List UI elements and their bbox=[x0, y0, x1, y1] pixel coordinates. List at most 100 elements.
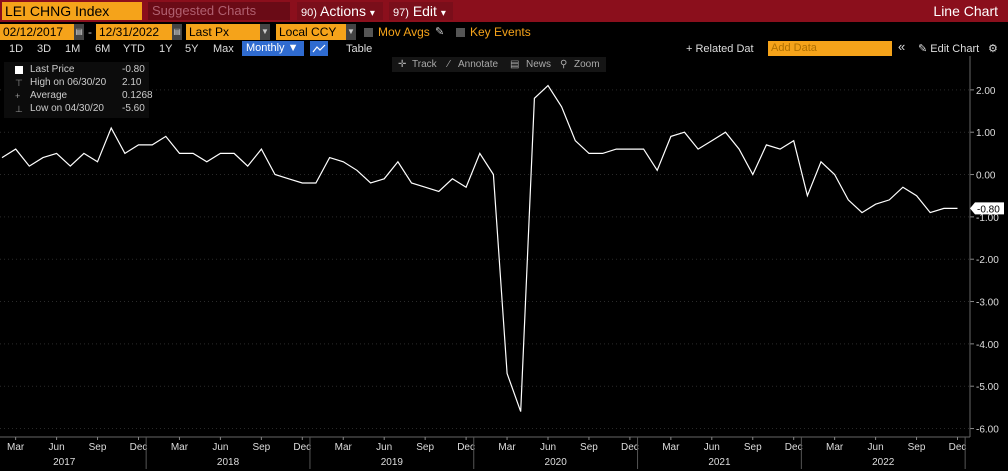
x-year-label: 2018 bbox=[217, 457, 240, 468]
line-chart-plot[interactable]: 2.001.000.00-1.00-2.00-3.00-4.00-5.00-6.… bbox=[0, 56, 1008, 471]
legend-high-value: 2.10 bbox=[122, 77, 142, 88]
news-button[interactable]: News bbox=[526, 57, 551, 72]
start-calendar-icon[interactable]: ▤ bbox=[74, 24, 84, 40]
add-data-input[interactable]: Add Data bbox=[768, 41, 892, 56]
x-month-label: Jun bbox=[540, 442, 556, 453]
edit-menu[interactable]: 97) Edit ▾ bbox=[389, 2, 453, 20]
chart-toolbar: ✛ Track ⁄ Annotate ▤ News ⚲ Zoom bbox=[392, 57, 606, 72]
legend-last-price-value: -0.80 bbox=[122, 64, 145, 75]
range-1d[interactable]: 1D bbox=[9, 42, 23, 56]
settings-gear-icon[interactable]: ⚙ bbox=[988, 42, 998, 56]
x-month-label: Mar bbox=[826, 442, 844, 453]
start-date-field[interactable]: 02/12/2017 bbox=[0, 24, 74, 40]
edit-chart-button[interactable]: ✎ Edit Chart bbox=[918, 42, 979, 56]
legend-last-price[interactable]: Last Price -0.80 bbox=[4, 64, 149, 76]
y-tick-label: 0.00 bbox=[976, 171, 996, 182]
last-value-label: -0.80 bbox=[977, 204, 1000, 215]
news-icon[interactable]: ▤ bbox=[510, 57, 519, 72]
x-month-label: Dec bbox=[949, 442, 967, 453]
line-chart-icon[interactable] bbox=[310, 41, 328, 56]
zoom-icon[interactable]: ⚲ bbox=[560, 57, 567, 72]
actions-number: 90 bbox=[301, 7, 314, 19]
actions-label: Actions bbox=[320, 3, 366, 19]
key-events-checkbox[interactable] bbox=[456, 28, 465, 37]
x-month-label: Mar bbox=[498, 442, 516, 453]
ticker-field[interactable]: LEI CHNG Index bbox=[2, 2, 142, 20]
x-month-label: Sep bbox=[89, 442, 107, 453]
x-year-label: 2021 bbox=[708, 457, 731, 468]
x-year-label: 2020 bbox=[545, 457, 568, 468]
y-tick-label: -5.00 bbox=[976, 382, 999, 393]
x-month-label: Dec bbox=[293, 442, 311, 453]
x-year-label: 2017 bbox=[53, 457, 76, 468]
actions-menu[interactable]: 90) Actions ▾ bbox=[297, 2, 383, 20]
price-field-dropdown-icon[interactable]: ▼ bbox=[260, 24, 270, 40]
y-tick-label: -2.00 bbox=[976, 255, 999, 266]
x-month-label: Mar bbox=[7, 442, 25, 453]
range-6m[interactable]: 6M bbox=[95, 42, 110, 56]
legend-low: ⊥ Low on 04/30/20 -5.60 bbox=[4, 103, 149, 115]
zoom-button[interactable]: Zoom bbox=[574, 57, 600, 72]
frequency-select[interactable]: Monthly ▼ bbox=[242, 41, 304, 56]
x-month-label: Dec bbox=[457, 442, 475, 453]
x-month-label: Sep bbox=[908, 442, 926, 453]
x-month-label: Dec bbox=[785, 442, 803, 453]
legend-average: + Average 0.1268 bbox=[4, 90, 153, 102]
x-month-label: Dec bbox=[130, 442, 148, 453]
range-1y[interactable]: 1Y bbox=[159, 42, 172, 56]
legend-average-label: Average bbox=[30, 90, 68, 101]
legend-last-price-label: Last Price bbox=[30, 64, 75, 75]
currency-dropdown-icon[interactable]: ▼ bbox=[346, 24, 356, 40]
suggested-charts-button[interactable]: Suggested Charts bbox=[148, 2, 290, 20]
x-month-label: Mar bbox=[662, 442, 680, 453]
currency-select[interactable]: Local CCY bbox=[276, 24, 346, 40]
key-events-label[interactable]: Key Events bbox=[470, 24, 531, 40]
price-field-select[interactable]: Last Px bbox=[186, 24, 270, 40]
x-month-label: Jun bbox=[212, 442, 228, 453]
legend-high-label: High on 06/30/20 bbox=[30, 77, 107, 88]
y-tick-label: -6.00 bbox=[976, 425, 999, 436]
range-ytd[interactable]: YTD bbox=[123, 42, 145, 56]
range-3d[interactable]: 3D bbox=[37, 42, 51, 56]
table-button[interactable]: Table bbox=[346, 42, 372, 56]
x-month-label: Jun bbox=[704, 442, 720, 453]
x-month-label: Jun bbox=[868, 442, 884, 453]
annotate-icon[interactable]: ⁄ bbox=[448, 57, 450, 72]
legend-low-value: -5.60 bbox=[122, 103, 145, 114]
suggested-charts-label: Suggested Charts bbox=[152, 3, 257, 18]
x-month-label: Sep bbox=[580, 442, 598, 453]
high-marker-icon: ⊤ bbox=[15, 78, 23, 88]
end-date-field[interactable]: 12/31/2022 bbox=[96, 24, 172, 40]
range-5y[interactable]: 5Y bbox=[185, 42, 198, 56]
y-tick-label: 1.00 bbox=[976, 128, 996, 139]
x-month-label: Mar bbox=[171, 442, 189, 453]
y-tick-label: -4.00 bbox=[976, 340, 999, 351]
legend-average-value: 0.1268 bbox=[122, 90, 153, 101]
x-month-label: Sep bbox=[252, 442, 270, 453]
edit-dropdown-icon: ▾ bbox=[440, 8, 446, 19]
end-calendar-icon[interactable]: ▤ bbox=[172, 24, 182, 40]
mov-avgs-label[interactable]: Mov Avgs bbox=[378, 24, 430, 40]
y-tick-label: -3.00 bbox=[976, 298, 999, 309]
track-icon[interactable]: ✛ bbox=[398, 57, 406, 72]
average-marker-icon: + bbox=[15, 91, 21, 101]
x-month-label: Jun bbox=[49, 442, 65, 453]
range-max[interactable]: Max bbox=[213, 42, 234, 56]
mov-avgs-checkbox[interactable] bbox=[364, 28, 373, 37]
x-month-label: Sep bbox=[744, 442, 762, 453]
mov-avgs-edit-icon[interactable]: ✎ bbox=[435, 24, 444, 40]
annotate-button[interactable]: Annotate bbox=[458, 57, 498, 72]
x-month-label: Dec bbox=[621, 442, 639, 453]
edit-label: Edit bbox=[412, 3, 437, 19]
track-button[interactable]: Track bbox=[412, 57, 437, 72]
date-dash: - bbox=[88, 25, 92, 39]
collapse-icon[interactable]: « bbox=[898, 40, 905, 54]
edit-number: 97 bbox=[393, 7, 406, 19]
actions-dropdown-icon: ▾ bbox=[369, 8, 375, 19]
low-marker-icon: ⊥ bbox=[15, 104, 23, 114]
related-data-button[interactable]: + Related Dat bbox=[686, 42, 754, 56]
x-month-label: Sep bbox=[416, 442, 434, 453]
chart-name-title: Line Chart bbox=[933, 3, 998, 19]
series-color-swatch bbox=[15, 66, 23, 74]
range-1m[interactable]: 1M bbox=[65, 42, 80, 56]
